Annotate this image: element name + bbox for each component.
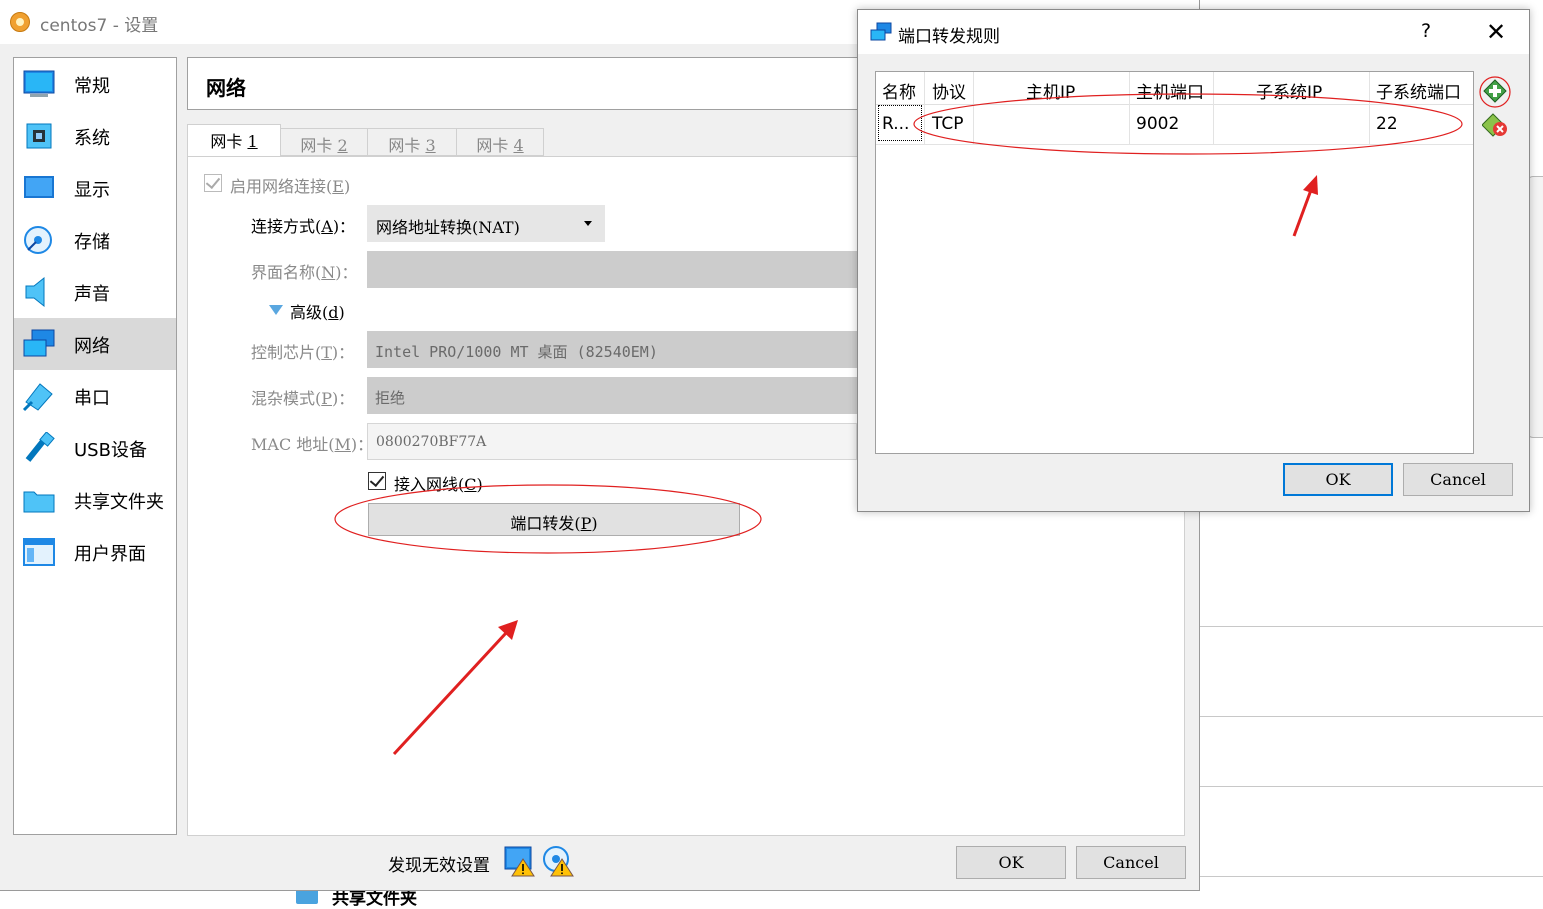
- system-icon: [26, 123, 52, 149]
- sidebar-item-label: 常规: [74, 76, 110, 97]
- promiscuous-mode-select[interactable]: 拒绝: [367, 377, 857, 414]
- storage-icon: [24, 226, 52, 254]
- enable-network-label: 启用网络连接(E): [230, 177, 351, 196]
- dialog-ok-button[interactable]: OK: [1283, 463, 1393, 496]
- user-interface-icon: [23, 538, 55, 566]
- tab-adapter-4[interactable]: 网卡 4: [456, 128, 544, 156]
- cancel-button[interactable]: Cancel: [1076, 846, 1186, 879]
- promiscuous-mode-label: 混杂模式(P)：: [251, 389, 355, 408]
- network-icon: [23, 329, 55, 357]
- chevron-down-icon: [584, 221, 592, 226]
- sidebar-item-label: 共享文件夹: [74, 492, 164, 513]
- column-header[interactable]: 子系统IP: [1256, 78, 1322, 103]
- column-header[interactable]: 主机端口: [1136, 78, 1204, 103]
- help-button[interactable]: ?: [1414, 20, 1438, 42]
- port-rules-table: 名称 协议 主机IP 主机端口 子系统IP 子系统端口 R... TCP 900…: [875, 71, 1474, 454]
- usb-icon: [25, 432, 55, 462]
- sidebar-item-label: 网络: [74, 336, 110, 357]
- tab-adapter-1[interactable]: 网卡 1: [187, 124, 281, 157]
- interface-name-label: 界面名称(N)：: [251, 263, 358, 282]
- attached-to-label: 连接方式(A)：: [251, 217, 356, 236]
- rule-guest-port-cell[interactable]: 22: [1376, 114, 1398, 134]
- ok-button[interactable]: OK: [956, 846, 1066, 879]
- background-divider: [1200, 716, 1543, 717]
- add-rule-icon[interactable]: [1482, 78, 1508, 104]
- table-row[interactable]: R... TCP 9002 22: [876, 105, 1473, 145]
- mac-address-field[interactable]: 0800270BF77A: [367, 423, 857, 460]
- sidebar-item-label: 声音: [74, 284, 110, 305]
- attached-to-select[interactable]: 网络地址转换(NAT): [367, 205, 605, 242]
- display-icon: [24, 176, 54, 198]
- warning-storage-icon[interactable]: [542, 845, 574, 877]
- warning-network-icon[interactable]: [503, 845, 535, 877]
- table-header: 名称 协议 主机IP 主机端口 子系统IP 子系统端口: [876, 72, 1473, 105]
- port-forwarding-button[interactable]: 端口转发(P): [368, 503, 740, 536]
- sidebar-item-label: USB设备: [74, 440, 147, 461]
- sidebar-item-system[interactable]: 系统: [14, 110, 176, 162]
- sidebar-item-network[interactable]: 网络: [14, 318, 176, 370]
- background-divider: [1200, 626, 1543, 627]
- background-divider: [1200, 786, 1543, 787]
- sidebar-item-label: 串口: [74, 388, 110, 409]
- window-title: centos7 - 设置: [40, 16, 159, 36]
- shared-folder-icon: [23, 491, 55, 513]
- background-divider: [1200, 876, 1543, 877]
- sidebar-item-serial-port[interactable]: 串口: [14, 370, 176, 422]
- cable-connected-checkbox[interactable]: [368, 471, 386, 490]
- tab-adapter-2[interactable]: 网卡 2: [280, 128, 368, 156]
- mac-address-label: MAC 地址(M)：: [251, 435, 374, 454]
- expand-triangle-icon[interactable]: [269, 305, 283, 315]
- sidebar-item-label: 存储: [74, 232, 110, 253]
- settings-sidebar: 常规 系统 显示 存储 声音 网络 串口 USB设备 共享文件夹 用户界面: [13, 57, 177, 835]
- remove-rule-icon[interactable]: [1482, 112, 1508, 138]
- sidebar-item-shared-folder[interactable]: 共享文件夹: [14, 474, 176, 526]
- adapter-type-label: 控制芯片(T)：: [251, 343, 355, 362]
- dialog-title: 端口转发规则: [898, 27, 1000, 47]
- sidebar-item-label: 用户界面: [74, 544, 146, 565]
- dialog-cancel-button[interactable]: Cancel: [1403, 463, 1513, 496]
- audio-icon: [25, 276, 45, 308]
- rule-host-port-cell[interactable]: 9002: [1136, 114, 1179, 134]
- general-icon: [23, 70, 55, 97]
- invalid-settings-text: 发现无效设置: [388, 856, 490, 876]
- column-header[interactable]: 名称: [882, 78, 916, 103]
- page-title: 网络: [206, 76, 246, 100]
- port-forwarding-dialog: 端口转发规则 ? ✕ 名称 协议 主机IP 主机端口 子系统IP 子系统端口 R…: [857, 9, 1530, 512]
- sidebar-item-usb[interactable]: USB设备: [14, 422, 176, 474]
- sidebar-item-label: 系统: [74, 128, 110, 149]
- interface-name-select[interactable]: [367, 251, 857, 288]
- page-header: 网络: [187, 57, 867, 110]
- rule-protocol-cell[interactable]: TCP: [932, 114, 964, 134]
- dialog-titlebar: 端口转发规则 ? ✕: [858, 10, 1529, 54]
- sidebar-item-user-interface[interactable]: 用户界面: [14, 526, 176, 578]
- column-header[interactable]: 协议: [932, 78, 966, 103]
- sidebar-item-label: 显示: [74, 180, 110, 201]
- attached-to-value: 网络地址转换(NAT): [376, 218, 520, 237]
- column-header[interactable]: 子系统端口: [1376, 78, 1461, 103]
- column-header[interactable]: 主机IP: [1026, 78, 1075, 103]
- advanced-toggle[interactable]: 高级(d): [290, 299, 345, 323]
- sidebar-item-storage[interactable]: 存储: [14, 214, 176, 266]
- cable-connected-label: 接入网线(C): [394, 475, 483, 494]
- sidebar-item-general[interactable]: 常规: [14, 58, 176, 110]
- network-icon: [870, 22, 892, 41]
- sidebar-item-audio[interactable]: 声音: [14, 266, 176, 318]
- serial-port-icon: [22, 383, 53, 412]
- close-icon[interactable]: ✕: [1482, 18, 1510, 46]
- focus-rectangle: [878, 105, 922, 141]
- adapter-type-select[interactable]: Intel PRO/1000 MT 桌面 (82540EM): [367, 331, 857, 368]
- virtualbox-icon: [10, 12, 30, 32]
- enable-network-checkbox[interactable]: [204, 173, 222, 192]
- tab-adapter-3[interactable]: 网卡 3: [367, 128, 457, 156]
- sidebar-item-display[interactable]: 显示: [14, 162, 176, 214]
